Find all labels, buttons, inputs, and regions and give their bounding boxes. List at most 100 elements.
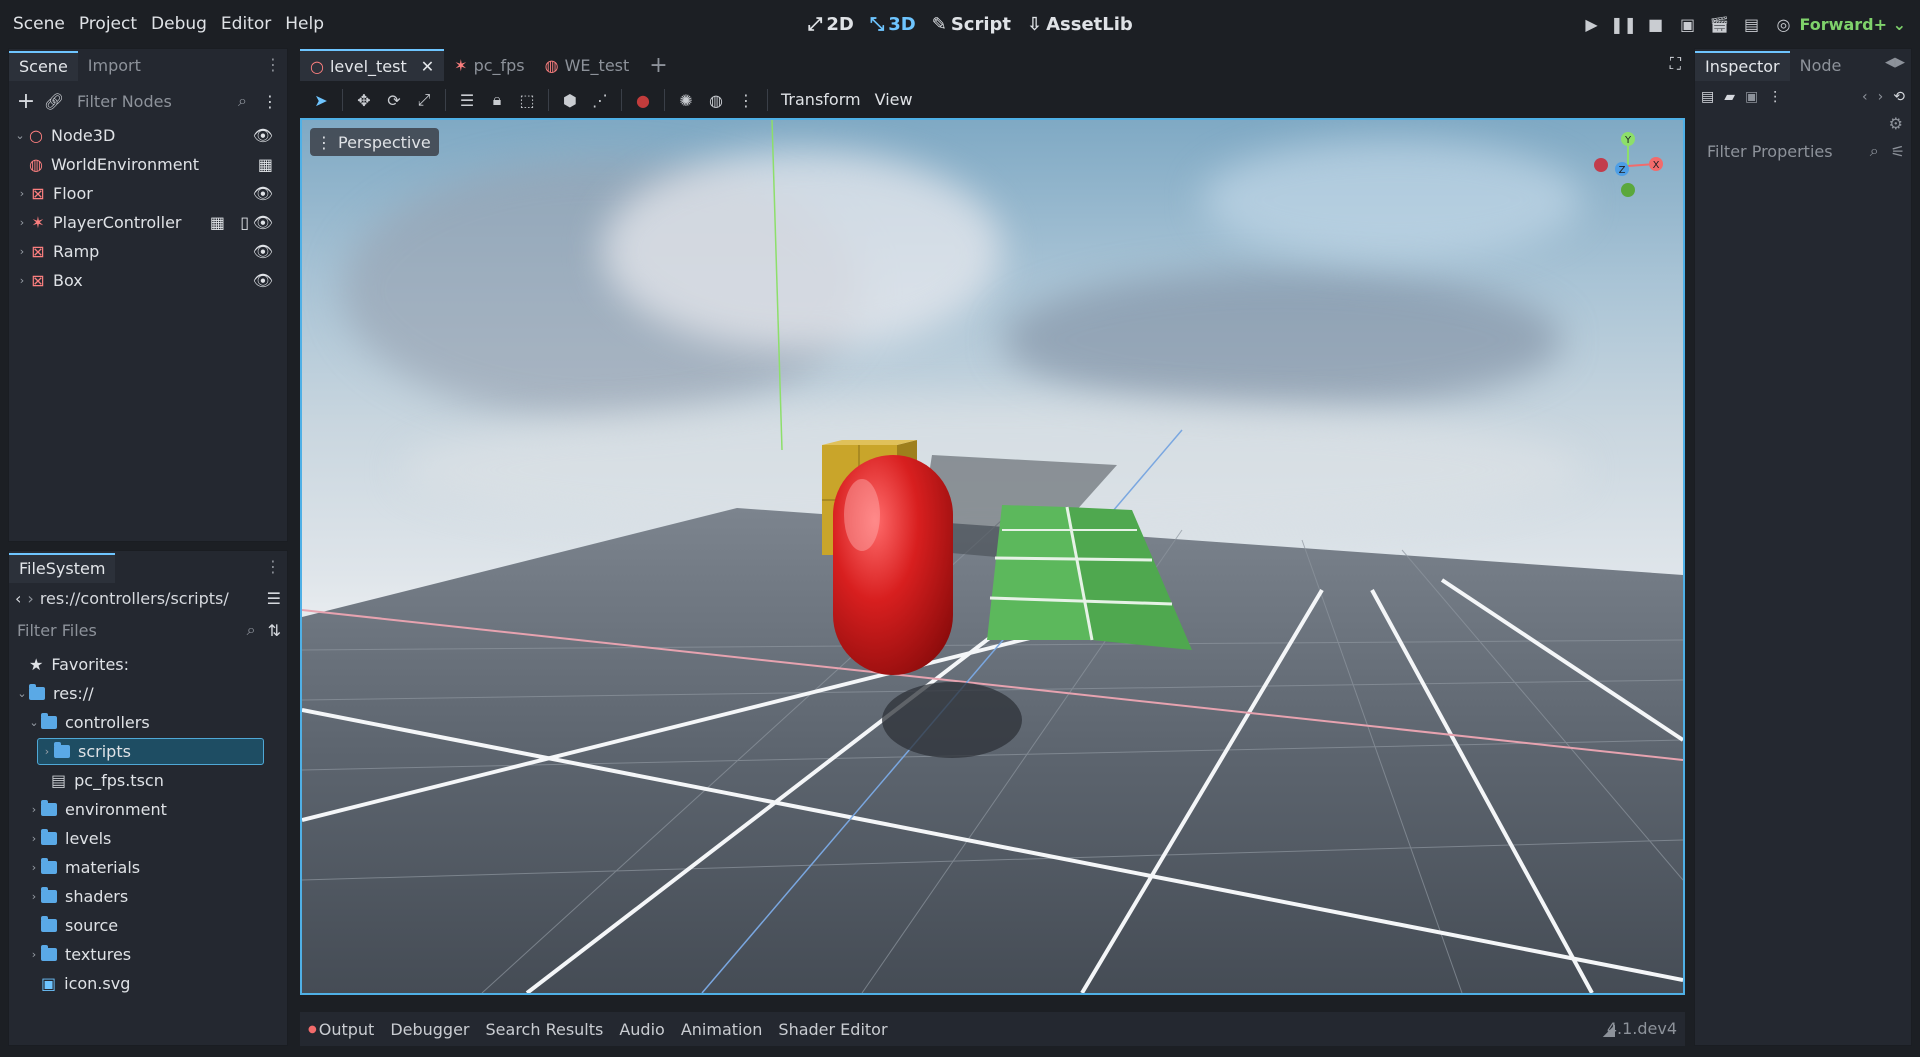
- chevron-down-icon[interactable]: ⌄: [13, 129, 27, 142]
- tab-inspector[interactable]: Inspector: [1695, 51, 1790, 81]
- filter-settings-icon[interactable]: ⚟: [1891, 142, 1905, 161]
- chevron-down-icon[interactable]: ⌄: [27, 716, 41, 729]
- camera-preview-icon[interactable]: ●: [628, 85, 658, 115]
- perspective-menu-button[interactable]: ⋮ Perspective: [310, 128, 439, 156]
- add-node-icon[interactable]: +: [15, 89, 37, 114]
- object-tools-icon[interactable]: ⚙︎: [1889, 114, 1903, 133]
- file-item-textures[interactable]: › textures: [15, 940, 281, 969]
- filter-properties-input[interactable]: Filter Properties ⌕: [1701, 137, 1885, 165]
- chevron-right-icon[interactable]: ›: [15, 216, 29, 229]
- menu-debug[interactable]: Debug: [144, 0, 214, 48]
- lock-icon[interactable]: 🔒︎: [482, 85, 512, 115]
- move-tool-icon[interactable]: ✥: [349, 85, 379, 115]
- view-menu[interactable]: View: [868, 84, 920, 116]
- script-attached-icon[interactable]: ▯: [240, 213, 249, 232]
- back-icon[interactable]: ‹: [15, 589, 21, 608]
- scale-tool-icon[interactable]: ⤢: [409, 85, 439, 115]
- history-forward-icon[interactable]: ›: [1878, 89, 1884, 105]
- tree-node-playercontroller[interactable]: › ✶ PlayerController ▦ ▯ 👁︎: [13, 208, 283, 237]
- file-item-environment[interactable]: › environment: [15, 795, 281, 824]
- sun-preview-icon[interactable]: ✺: [671, 85, 701, 115]
- visibility-eye-icon[interactable]: 👁︎: [253, 184, 273, 203]
- file-item-scripts[interactable]: › scripts: [15, 737, 281, 766]
- visibility-eye-icon[interactable]: 👁︎: [253, 126, 273, 145]
- clapperboard-icon[interactable]: ▦: [210, 213, 225, 232]
- clapperboard-icon[interactable]: ▦: [258, 155, 273, 174]
- tab-animation[interactable]: Animation: [681, 1020, 763, 1039]
- link-icon[interactable]: 🔗︎: [43, 90, 65, 112]
- chevron-down-icon[interactable]: ⌄: [15, 687, 29, 700]
- forward-icon[interactable]: ›: [27, 589, 33, 608]
- visibility-eye-icon[interactable]: 👁︎: [253, 242, 273, 261]
- tree-node-box[interactable]: › ⊠ Box 👁︎: [13, 266, 283, 295]
- tab-pc-fps[interactable]: ✶ pc_fps: [444, 49, 534, 81]
- tab-debugger[interactable]: Debugger: [390, 1020, 469, 1039]
- pause-icon[interactable]: ❚❚: [1608, 8, 1640, 40]
- tab-we-test[interactable]: ◍ WE_test: [535, 49, 640, 81]
- gizmo-neg-y-handle[interactable]: [1621, 183, 1635, 197]
- environment-preview-icon[interactable]: ◍: [701, 85, 731, 115]
- chevron-right-icon[interactable]: ›: [15, 274, 29, 287]
- file-item-icon-svg[interactable]: ▣ icon.svg: [15, 969, 281, 998]
- open-folder-icon[interactable]: ▰: [1724, 89, 1735, 105]
- tree-node-ramp[interactable]: › ⊠ Ramp 👁︎: [13, 237, 283, 266]
- save-icon[interactable]: ▣: [1745, 89, 1758, 105]
- chevron-right-icon[interactable]: ›: [15, 245, 29, 258]
- sort-icon[interactable]: ⇅: [268, 621, 281, 640]
- select-tool-icon[interactable]: ➤: [306, 85, 336, 115]
- orientation-gizmo[interactable]: Y X Z: [1593, 130, 1673, 210]
- file-item-shaders[interactable]: › shaders: [15, 882, 281, 911]
- dock-move-icon[interactable]: ◀▶: [1885, 55, 1905, 70]
- file-item-materials[interactable]: › materials: [15, 853, 281, 882]
- close-icon[interactable]: ✕: [421, 57, 434, 76]
- history-back-icon[interactable]: ‹: [1862, 89, 1868, 105]
- snap-icon[interactable]: ⋰: [585, 85, 615, 115]
- menu-project[interactable]: Project: [72, 0, 144, 48]
- workspace-2d-button[interactable]: ⤢ 2D: [808, 14, 854, 35]
- play-scene-icon[interactable]: 🎬︎: [1704, 8, 1736, 40]
- tab-shader-editor[interactable]: Shader Editor: [778, 1020, 887, 1039]
- file-item-levels[interactable]: › levels: [15, 824, 281, 853]
- tab-search-results[interactable]: Search Results: [486, 1020, 604, 1039]
- dock-menu-icon[interactable]: ⋮: [265, 557, 281, 576]
- tree-node-floor[interactable]: › ⊠ Floor 👁︎: [13, 179, 283, 208]
- list-select-icon[interactable]: ☰: [452, 85, 482, 115]
- menu-scene[interactable]: Scene: [6, 0, 72, 48]
- file-root[interactable]: ⌄ res://: [15, 679, 281, 708]
- play-icon[interactable]: ▶: [1576, 8, 1608, 40]
- filter-files-input[interactable]: Filter Files ⌕: [15, 616, 262, 644]
- workspace-assetlib-button[interactable]: ⇩ AssetLib: [1027, 14, 1133, 35]
- more-icon[interactable]: ⋮: [731, 85, 761, 115]
- 3d-viewport[interactable]: ⋮ Perspective Y X Z: [300, 118, 1685, 995]
- file-item-controllers[interactable]: ⌄ controllers: [15, 708, 281, 737]
- gizmo-neg-x-handle[interactable]: [1594, 158, 1608, 172]
- chevron-right-icon[interactable]: ›: [27, 832, 41, 845]
- remote-debug-icon[interactable]: ▣: [1672, 8, 1704, 40]
- rotate-tool-icon[interactable]: ⟳: [379, 85, 409, 115]
- tab-level-test[interactable]: ○ level_test ✕: [300, 49, 445, 81]
- menu-editor[interactable]: Editor: [214, 0, 278, 48]
- tab-audio[interactable]: Audio: [619, 1020, 664, 1039]
- split-view-icon[interactable]: ☰: [267, 589, 281, 608]
- file-item-pc-fps[interactable]: ▤ pc_fps.tscn: [15, 766, 281, 795]
- chevron-right-icon[interactable]: ›: [27, 948, 41, 961]
- file-item-source[interactable]: source: [15, 911, 281, 940]
- visibility-eye-icon[interactable]: 👁︎: [253, 271, 273, 290]
- workspace-script-button[interactable]: ✎ Script: [932, 14, 1011, 35]
- more-icon[interactable]: ⋮: [259, 90, 281, 112]
- chevron-right-icon[interactable]: ›: [27, 890, 41, 903]
- new-resource-icon[interactable]: ▤: [1701, 89, 1714, 105]
- tab-filesystem[interactable]: FileSystem: [9, 553, 116, 583]
- play-custom-scene-icon[interactable]: ▤: [1736, 8, 1768, 40]
- favorites-row[interactable]: ★ Favorites:: [15, 650, 281, 679]
- transform-menu[interactable]: Transform: [774, 84, 868, 116]
- menu-help[interactable]: Help: [278, 0, 331, 48]
- more-icon[interactable]: ⋮: [1768, 89, 1782, 105]
- add-tab-icon[interactable]: +: [639, 49, 677, 81]
- tree-node-node3d[interactable]: ⌄ ○ Node3D 👁︎: [13, 121, 283, 150]
- dock-menu-icon[interactable]: ⋮: [265, 55, 281, 74]
- chevron-right-icon[interactable]: ›: [27, 803, 41, 816]
- local-space-icon[interactable]: ⬢: [555, 85, 585, 115]
- stop-icon[interactable]: ■: [1640, 8, 1672, 40]
- tab-import[interactable]: Import: [78, 51, 151, 81]
